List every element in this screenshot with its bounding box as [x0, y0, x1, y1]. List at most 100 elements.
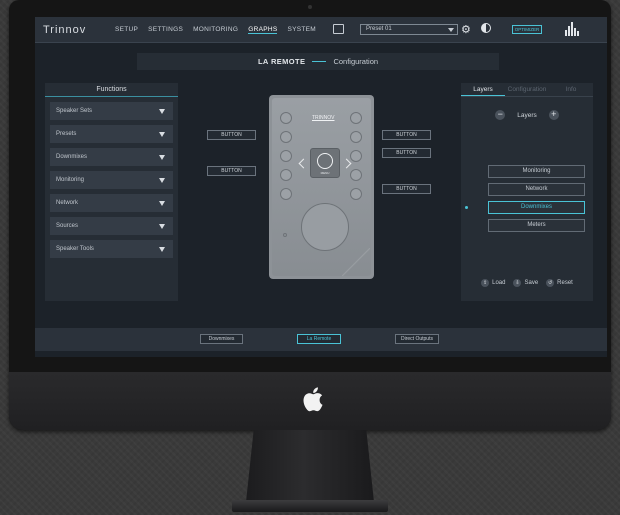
reset-label: Reset [557, 280, 573, 286]
volume-wheel[interactable] [301, 203, 349, 251]
remote-button-right-0[interactable] [350, 112, 362, 124]
app-screen: Trinnov SETUP SETTINGS MONITORING GRAPHS… [35, 17, 607, 357]
function-item-downmixes[interactable]: Downmixes [50, 148, 173, 166]
functions-title: Functions [45, 83, 178, 97]
layers-panel-tabs: Layers Configuration Info [461, 83, 593, 97]
tab-layers[interactable]: Layers [461, 83, 505, 96]
remove-layer-button[interactable]: − [495, 110, 506, 120]
upload-icon: ⇪ [481, 279, 490, 287]
functions-panel: Functions Speaker Sets Presets Downmixes… [45, 83, 178, 301]
function-item-label: Presets [56, 131, 77, 137]
remote-center-label: MENU [320, 171, 330, 175]
expand-triangle-icon [159, 224, 165, 229]
save-button[interactable]: ⇩ Save [513, 279, 538, 287]
expand-triangle-icon [159, 247, 165, 252]
layers-label: Layers [517, 111, 537, 119]
remote-button-right-3[interactable] [350, 169, 362, 181]
assign-button-right-1[interactable]: BUTTON [382, 130, 431, 140]
chevron-left-icon[interactable] [298, 158, 309, 169]
contrast-icon[interactable] [481, 23, 491, 33]
remote-face: TRINNOV MENU [272, 98, 371, 276]
expand-triangle-icon [159, 132, 165, 137]
layer-actions: ⇪ Load ⇩ Save ↺ Reset [461, 279, 593, 287]
layer-count-row: − Layers + [461, 110, 593, 120]
assign-button-left-1[interactable]: BUTTON [207, 130, 256, 140]
page-subtitle: Configuration [333, 57, 379, 66]
chevron-down-icon [448, 28, 454, 32]
function-item-network[interactable]: Network [50, 194, 173, 212]
preset-select[interactable]: Preset 01 [360, 24, 458, 35]
expand-triangle-icon [159, 201, 165, 206]
layer-meters[interactable]: Meters [488, 219, 585, 232]
bottom-tab-la-remote[interactable]: La Remote [297, 334, 341, 344]
tab-configuration[interactable]: Configuration [505, 83, 549, 96]
layer-monitoring[interactable]: Monitoring [488, 165, 585, 178]
function-item-speaker-sets[interactable]: Speaker Sets [50, 102, 173, 120]
function-item-speaker-tools[interactable]: Speaker Tools [50, 240, 173, 258]
expand-triangle-icon [159, 155, 165, 160]
function-item-label: Speaker Tools [56, 246, 94, 252]
preset-value: Preset 01 [366, 26, 392, 32]
save-preset-icon[interactable] [333, 24, 344, 34]
remote-button-left-4[interactable] [280, 188, 292, 200]
expand-triangle-icon [159, 109, 165, 114]
expand-triangle-icon [159, 178, 165, 183]
bottom-tab-direct-outputs[interactable]: Direct Outputs [395, 334, 439, 344]
menu-item-setup[interactable]: SETUP [115, 26, 138, 33]
menu-item-monitoring[interactable]: MONITORING [193, 26, 238, 33]
function-item-sources[interactable]: Sources [50, 217, 173, 235]
save-label: Save [524, 280, 539, 286]
function-item-label: Speaker Sets [56, 108, 93, 114]
remote-button-right-4[interactable] [350, 188, 362, 200]
chevron-right-icon[interactable] [341, 158, 352, 169]
add-layer-button[interactable]: + [548, 110, 559, 120]
remote-decoration [342, 248, 370, 276]
download-icon: ⇩ [513, 279, 522, 287]
menu-item-system[interactable]: SYSTEM [287, 26, 316, 33]
remote-button-left-1[interactable] [280, 131, 292, 143]
bottom-tab-downmixes[interactable]: Downmixes [200, 334, 243, 344]
apple-logo-icon [303, 387, 323, 412]
remote-button-left-3[interactable] [280, 169, 292, 181]
function-item-monitoring[interactable]: Monitoring [50, 171, 173, 189]
page-title-bar: LA REMOTE Configuration [137, 53, 499, 70]
reset-icon: ↺ [546, 279, 555, 287]
layer-network[interactable]: Network [488, 183, 585, 196]
layer-downmixes-label: Downmixes [520, 204, 552, 210]
bottom-tab-bar: Downmixes La Remote Direct Outputs [35, 328, 607, 351]
tab-info[interactable]: Info [549, 83, 593, 96]
load-label: Load [492, 280, 506, 286]
function-item-label: Monitoring [56, 177, 85, 183]
remote-status-dot [283, 233, 287, 237]
optimizer-button[interactable]: OPTIMIZER [512, 25, 542, 34]
reset-button[interactable]: ↺ Reset [546, 279, 573, 287]
assign-button-right-2[interactable]: BUTTON [382, 148, 431, 158]
trinnov-logo-icon [317, 153, 333, 169]
assign-button-right-3[interactable]: BUTTON [382, 184, 431, 194]
monitor-stand-foot [232, 500, 388, 512]
selected-layer-indicator [465, 206, 468, 209]
assign-button-left-2[interactable]: BUTTON [207, 166, 256, 176]
remote-button-right-2[interactable] [350, 150, 362, 162]
remote-brand: TRINNOV [312, 115, 335, 121]
menu-item-graphs[interactable]: GRAPHS [248, 26, 278, 34]
function-item-label: Downmixes [56, 154, 88, 160]
load-button[interactable]: ⇪ Load [481, 279, 505, 287]
remote-button-right-1[interactable] [350, 131, 362, 143]
meters-icon[interactable] [565, 22, 581, 36]
monitor-stand [246, 430, 374, 502]
top-navigation-bar: Trinnov SETUP SETTINGS MONITORING GRAPHS… [35, 17, 607, 43]
function-item-presets[interactable]: Presets [50, 125, 173, 143]
function-item-label: Sources [56, 223, 79, 229]
function-item-label: Network [56, 200, 79, 206]
la-remote-device: TRINNOV MENU [269, 95, 374, 279]
title-divider [312, 61, 327, 62]
webcam [308, 5, 312, 9]
remote-button-left-0[interactable] [280, 112, 292, 124]
remote-button-left-2[interactable] [280, 150, 292, 162]
gear-icon[interactable]: ⚙ [461, 23, 471, 36]
layer-downmixes[interactable]: Downmixes [465, 201, 585, 214]
menu-item-settings[interactable]: SETTINGS [148, 26, 183, 33]
remote-menu-button[interactable]: MENU [310, 148, 340, 178]
layers-panel: Layers Configuration Info − Layers + Mon… [461, 83, 593, 301]
